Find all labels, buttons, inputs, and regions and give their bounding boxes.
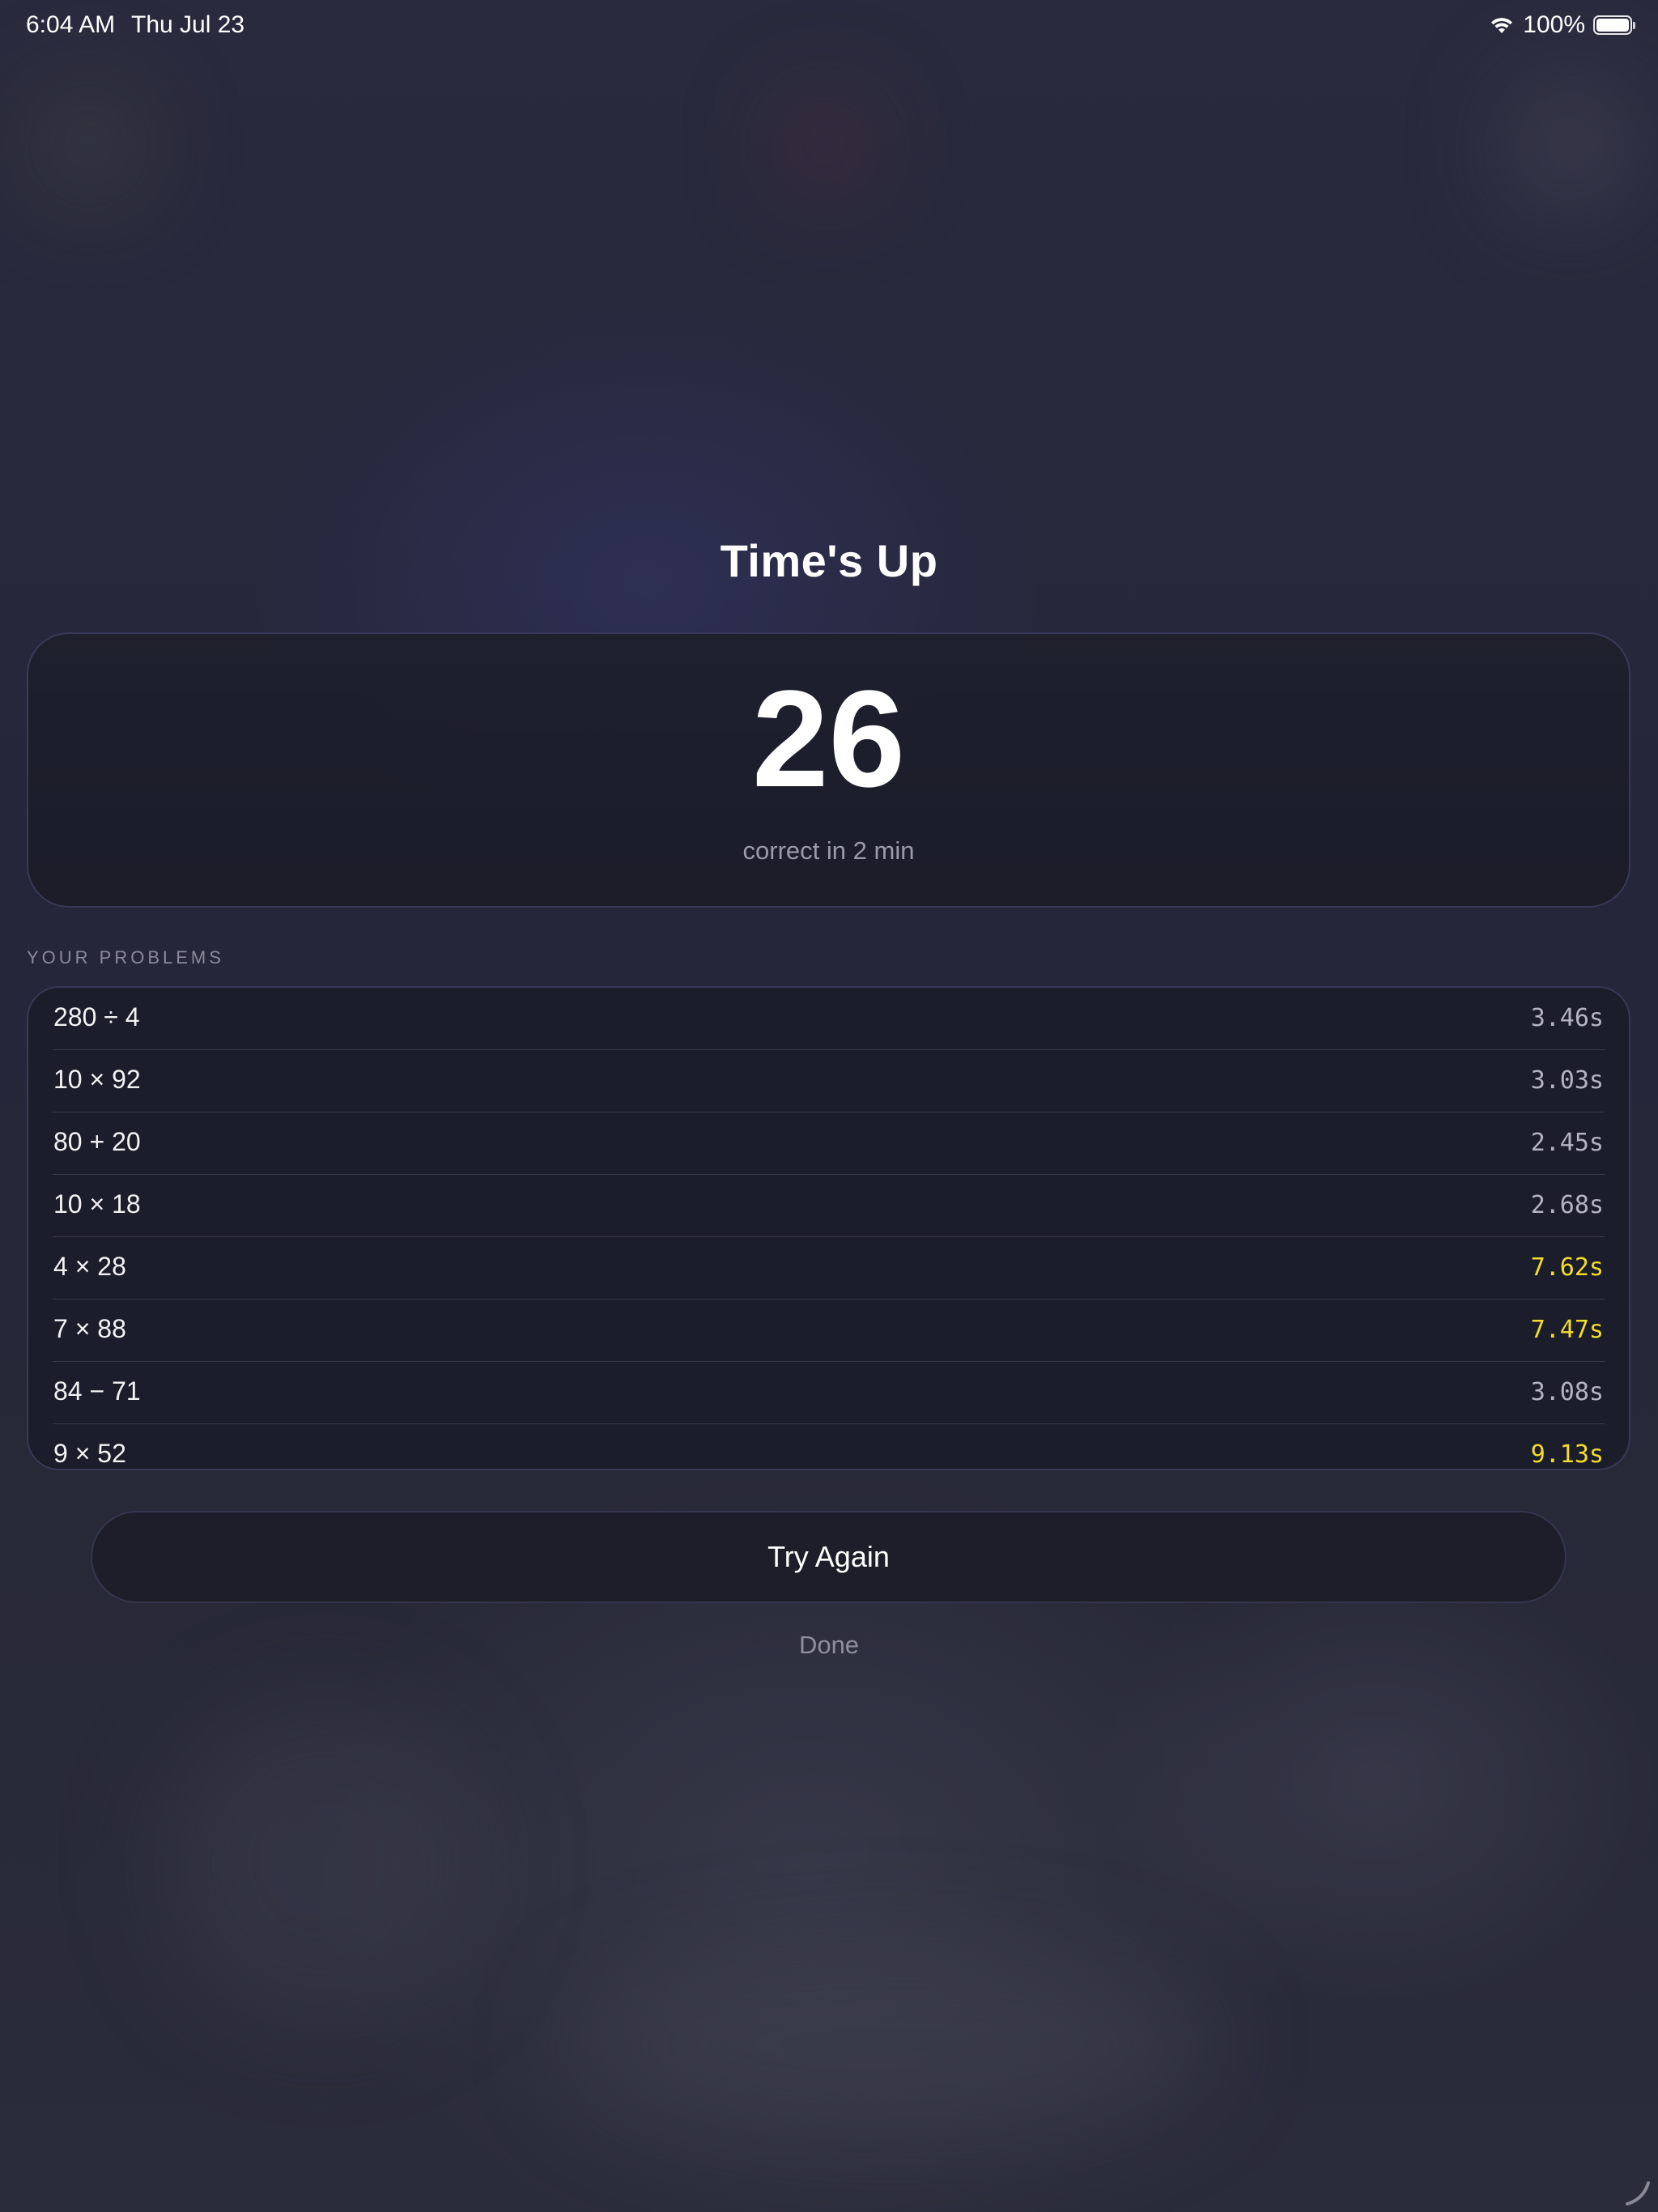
results-screen: 6:04 AM Thu Jul 23 100% Time's Up 26 cor…	[0, 0, 1658, 2212]
battery-fill	[1596, 19, 1629, 32]
problem-time: 3.03s	[1530, 1066, 1604, 1095]
problem-expression: 7 × 88	[53, 1314, 126, 1343]
battery-icon	[1593, 15, 1635, 35]
battery-cap	[1633, 22, 1635, 29]
score-card: 26 correct in 2 min	[27, 632, 1630, 908]
table-row: 9 × 52 9.13s	[53, 1424, 1605, 1469]
done-button[interactable]: Done	[748, 1631, 910, 1671]
background-blur	[567, 1943, 1214, 2146]
wifi-icon	[1489, 15, 1515, 35]
background-blur	[162, 1700, 486, 2024]
status-time: 6:04 AM	[26, 11, 116, 38]
problem-time: 2.45s	[1530, 1129, 1604, 1157]
status-date: Thu Jul 23	[131, 11, 245, 38]
resize-handle-icon[interactable]	[1621, 2175, 1653, 2207]
background-blur	[1506, 81, 1635, 211]
problem-expression: 4 × 28	[53, 1252, 126, 1281]
problem-expression: 9 × 52	[53, 1439, 126, 1468]
try-again-button[interactable]: Try Again	[91, 1511, 1567, 1603]
problem-time: 9.13s	[1530, 1440, 1604, 1469]
problem-time: 3.46s	[1530, 1004, 1604, 1032]
problem-expression: 80 + 20	[53, 1127, 141, 1156]
table-row: 7 × 88 7.47s	[53, 1300, 1605, 1362]
table-row: 10 × 18 2.68s	[53, 1175, 1605, 1237]
problem-list[interactable]: 280 ÷ 4 3.46s 10 × 92 3.03s 80 + 20 2.45…	[27, 986, 1630, 1470]
problem-time: 3.08s	[1530, 1378, 1604, 1406]
problem-expression: 84 − 71	[53, 1376, 141, 1406]
background-blur	[777, 97, 874, 194]
problem-time: 7.47s	[1530, 1316, 1604, 1344]
table-row: 280 ÷ 4 3.46s	[53, 988, 1605, 1050]
table-row: 80 + 20 2.45s	[53, 1112, 1605, 1175]
background-blur	[32, 89, 146, 202]
problem-expression: 10 × 18	[53, 1189, 141, 1219]
score-value: 26	[751, 662, 906, 816]
score-caption: correct in 2 min	[742, 836, 915, 865]
table-row: 84 − 71 3.08s	[53, 1362, 1605, 1424]
section-label: YOUR PROBLEMS	[27, 947, 224, 968]
battery-percentage: 100%	[1523, 11, 1585, 38]
status-indicators: 100%	[1489, 11, 1635, 39]
page-title: Time's Up	[720, 535, 938, 586]
table-row: 4 × 28 7.62s	[53, 1237, 1605, 1300]
problem-time: 2.68s	[1530, 1191, 1604, 1219]
problem-expression: 10 × 92	[53, 1065, 141, 1094]
problem-time: 7.62s	[1530, 1253, 1604, 1282]
status-bar: 6:04 AM Thu Jul 23 100%	[0, 0, 1658, 52]
problem-expression: 280 ÷ 4	[53, 1002, 140, 1032]
table-row: 10 × 92 3.03s	[53, 1050, 1605, 1112]
